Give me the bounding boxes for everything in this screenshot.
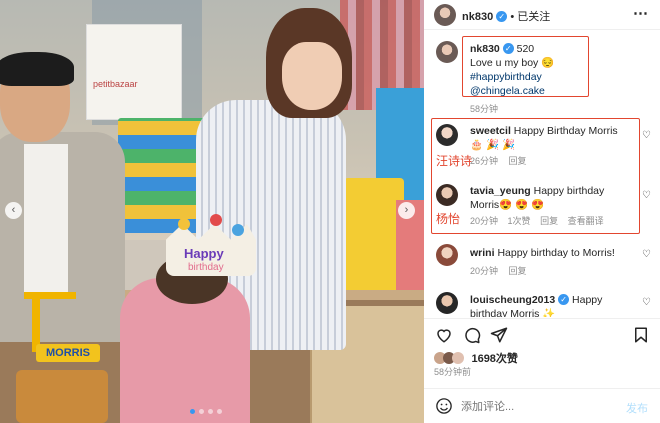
carousel-dot: [199, 409, 204, 414]
comment-item: wrini Happy birthday to Morris! 20分钟 回复: [470, 246, 640, 277]
heart-icon[interactable]: ♡: [642, 298, 652, 308]
avatar[interactable]: [434, 4, 456, 26]
carousel-next-button[interactable]: ›: [398, 202, 415, 219]
share-icon[interactable]: [490, 326, 508, 344]
carousel-indicator: [190, 409, 222, 414]
comment-text: Happy: [572, 294, 603, 306]
avatar[interactable]: [436, 292, 458, 314]
bookmark-icon[interactable]: [632, 326, 650, 344]
carousel-dot-active: [190, 409, 195, 414]
comment-text: Happy birthday to Morris!: [497, 247, 615, 259]
avatar: [452, 352, 464, 364]
heart-icon[interactable]: [435, 326, 453, 344]
comment-text-continued: birthday Morris ✨: [470, 308, 556, 317]
crown-pompom: [232, 224, 244, 236]
crown-text-birthday: birthday: [188, 262, 224, 273]
man-shirt: [24, 144, 68, 294]
heart-icon[interactable]: ♡: [642, 250, 652, 260]
follow-status-button[interactable]: 已关注: [517, 11, 550, 23]
comment-time: 20分钟: [470, 266, 499, 276]
birthday-cake: MORRIS: [10, 330, 110, 423]
comment-username[interactable]: wrini: [470, 247, 495, 259]
post-actions: [424, 318, 660, 348]
post-header: nk830 ✓ • 已关注 ⋯: [424, 0, 660, 30]
bullet-separator: •: [510, 11, 515, 23]
comment-icon[interactable]: [463, 326, 481, 344]
crown-text-happy: Happy: [184, 246, 224, 261]
post-photo[interactable]: petitbazaar MORRIS Happy birthday ‹ ›: [0, 0, 424, 423]
carousel-dot: [217, 409, 222, 414]
verified-badge-icon: ✓: [496, 11, 508, 22]
comment-username[interactable]: louischeung2013: [470, 294, 555, 306]
comment-item: louischeung2013 ✓ Happy birthday Morris …: [470, 293, 640, 317]
cake-base: [16, 370, 108, 423]
avatar[interactable]: [436, 41, 458, 63]
comment-bar: 发布: [424, 388, 660, 423]
carousel-dot: [208, 409, 213, 414]
cake-name-label: MORRIS: [36, 344, 100, 362]
man-hair: [0, 52, 74, 86]
avatar[interactable]: [436, 244, 458, 266]
crown-pompom: [178, 218, 190, 230]
caption-time: 58分钟: [470, 104, 499, 114]
verified-badge-icon: ✓: [558, 294, 570, 305]
carousel-prev-button[interactable]: ‹: [5, 202, 22, 219]
crown-pompom: [210, 214, 222, 226]
post-header-user: nk830 ✓ • 已关注: [462, 8, 550, 24]
annotation-box-caption: [462, 36, 589, 97]
post-side-panel: nk830 ✓ • 已关注 ⋯ nk830 ✓ 520 Love u my bo…: [424, 0, 660, 423]
emoji-icon[interactable]: [435, 397, 453, 415]
annotation-box-comments: [431, 118, 640, 234]
woman-face: [282, 42, 342, 110]
reply-button[interactable]: 回复: [509, 266, 527, 276]
comment-input[interactable]: [461, 397, 611, 416]
heart-icon[interactable]: ♡: [642, 191, 652, 201]
likes-count[interactable]: 1698次赞: [471, 353, 517, 365]
toy-crane-arm: [24, 292, 76, 299]
heart-icon[interactable]: ♡: [642, 131, 652, 141]
header-username[interactable]: nk830: [462, 11, 493, 23]
post-comment-button[interactable]: 发布: [626, 400, 648, 416]
post-time: 58分钟前: [434, 367, 472, 377]
child-figure: Happy birthday: [108, 214, 258, 423]
more-options-icon[interactable]: ⋯: [633, 4, 648, 22]
